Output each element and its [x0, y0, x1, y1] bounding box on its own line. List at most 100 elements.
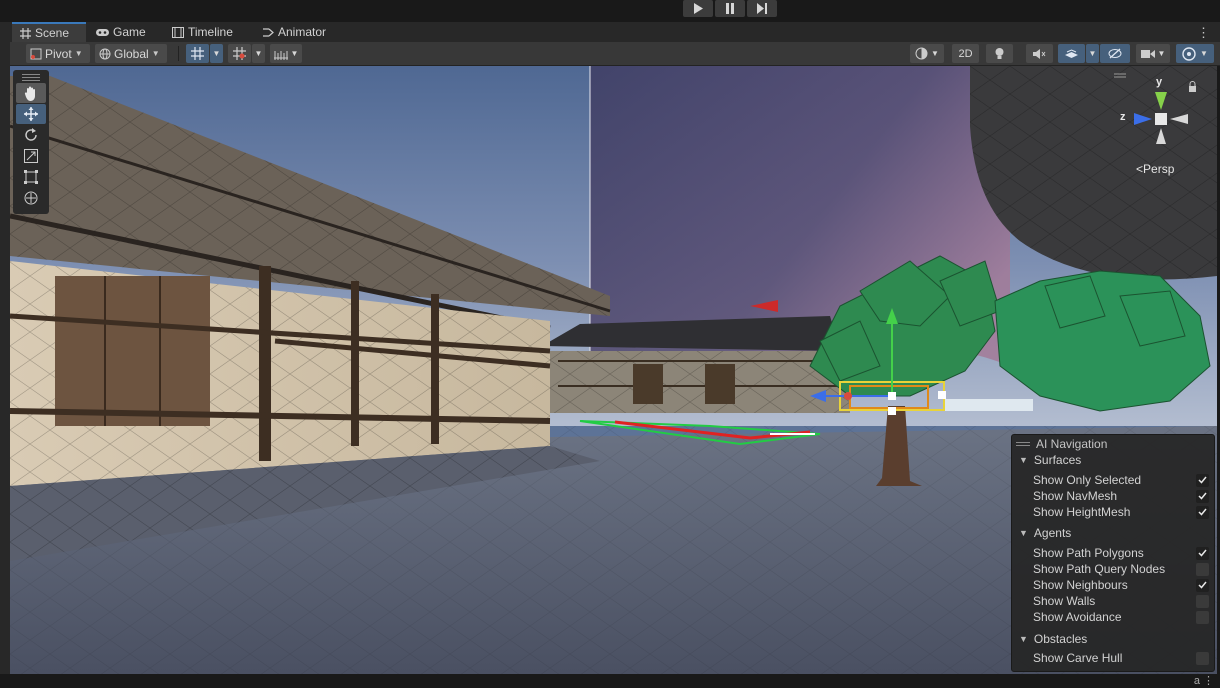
pause-button[interactable]: [715, 0, 745, 17]
increment-snap-button[interactable]: ▼: [270, 44, 302, 63]
checkbox[interactable]: [1196, 505, 1209, 519]
chevron-down-icon: ▼: [290, 49, 299, 58]
transform-tool-button[interactable]: [16, 188, 46, 208]
chevron-down-icon: ▼: [212, 49, 221, 58]
move-tool-button[interactable]: [16, 104, 46, 124]
option-label: Show Path Polygons: [1033, 546, 1144, 560]
chevron-left-icon: <: [1136, 162, 1144, 176]
checkbox[interactable]: [1196, 578, 1209, 592]
shading-sphere-icon: [915, 47, 928, 60]
lock-icon[interactable]: [1189, 81, 1196, 93]
scale-icon: [24, 149, 38, 163]
play-controls: [683, 0, 777, 17]
gamepad-icon: [96, 28, 109, 36]
grid-snapping-button[interactable]: [186, 44, 209, 63]
ai-navigation-panel: AI Navigation ▼ Surfaces Show Only Selec…: [1011, 434, 1215, 672]
tab-more-menu[interactable]: ⋮: [1197, 25, 1210, 41]
option-row[interactable]: Show NavMesh: [1033, 489, 1209, 503]
option-label: Show Neighbours: [1033, 578, 1128, 592]
tool-palette: [13, 70, 49, 214]
effects-dropdown[interactable]: ▼: [1086, 44, 1099, 63]
option-row[interactable]: Show Only Selected: [1033, 473, 1209, 487]
render-mode-dropdown[interactable]: ▼: [910, 44, 944, 63]
tab-label: Game: [113, 25, 146, 39]
foldout-triangle-icon: ▼: [1019, 634, 1028, 644]
panel-header[interactable]: AI Navigation: [1016, 437, 1107, 451]
scene-visibility-button[interactable]: [1100, 44, 1130, 63]
pivot-label: Pivot: [45, 46, 72, 61]
grid-visibility-dropdown[interactable]: ▼: [252, 44, 265, 63]
camera-dropdown[interactable]: ▼: [1136, 44, 1170, 63]
status-bar: a ⋮: [0, 674, 1220, 688]
speaker-mute-icon: [1033, 48, 1046, 59]
palette-drag-handle[interactable]: [16, 72, 46, 82]
tab-timeline[interactable]: Timeline: [164, 22, 241, 42]
hand-tool-button[interactable]: [16, 83, 46, 103]
chevron-down-icon: ▼: [254, 49, 263, 58]
pivot-dropdown[interactable]: Pivot ▼: [26, 44, 90, 63]
option-label: Show Avoidance: [1033, 610, 1122, 624]
checkmark-icon: [1198, 492, 1207, 500]
scale-tool-button[interactable]: [16, 146, 46, 166]
option-row[interactable]: Show Path Query Nodes: [1033, 562, 1209, 576]
top-bar: [0, 0, 1220, 22]
checkmark-icon: [1198, 581, 1207, 589]
tab-scene[interactable]: Scene: [12, 22, 86, 42]
checkbox[interactable]: [1196, 610, 1209, 624]
tab-game[interactable]: Game: [88, 22, 154, 42]
checkbox[interactable]: [1196, 546, 1209, 560]
chevron-down-icon: ▼: [74, 49, 83, 58]
checkbox[interactable]: [1196, 651, 1209, 665]
gizmos-dropdown[interactable]: ▼: [1176, 44, 1214, 63]
play-button[interactable]: [683, 0, 713, 17]
option-row[interactable]: Show Avoidance: [1033, 610, 1209, 624]
global-label: Global: [114, 46, 149, 61]
step-button[interactable]: [747, 0, 777, 17]
toggle-2d-button[interactable]: 2D: [952, 44, 979, 63]
persp-label: Persp: [1143, 162, 1175, 176]
section-surfaces[interactable]: ▼ Surfaces: [1019, 453, 1081, 467]
checkmark-icon: [1198, 476, 1207, 484]
status-icons[interactable]: a ⋮: [1194, 674, 1214, 687]
effects-button[interactable]: [1058, 44, 1085, 63]
grid-snapping-dropdown[interactable]: ▼: [210, 44, 223, 63]
transform-icon: [24, 191, 38, 205]
checkbox[interactable]: [1196, 489, 1209, 503]
option-row[interactable]: Show Neighbours: [1033, 578, 1209, 592]
film-icon: [172, 26, 184, 38]
option-row[interactable]: Show Path Polygons: [1033, 546, 1209, 560]
option-row[interactable]: Show Carve Hull: [1033, 651, 1209, 665]
drag-handle-icon: [1016, 442, 1030, 446]
lightbulb-icon: [995, 48, 1004, 59]
hand-icon: [24, 86, 35, 101]
global-dropdown[interactable]: Global ▼: [95, 44, 167, 63]
camera-icon: [1140, 49, 1155, 58]
grid-snap-icon: [191, 47, 204, 60]
foldout-triangle-icon: ▼: [1019, 455, 1028, 465]
hash-grid-icon: [20, 27, 31, 39]
section-obstacles[interactable]: ▼ Obstacles: [1019, 632, 1087, 646]
pivot-icon: [30, 48, 42, 59]
rect-tool-button[interactable]: [16, 167, 46, 187]
checkbox[interactable]: [1196, 562, 1209, 576]
option-label: Show Walls: [1033, 594, 1096, 608]
tab-label: Timeline: [188, 25, 233, 39]
checkbox[interactable]: [1196, 594, 1209, 608]
tab-label: Animator: [278, 25, 327, 39]
panel-title: AI Navigation: [1036, 437, 1108, 451]
gizmo-drag-handle[interactable]: [1114, 73, 1126, 78]
projection-toggle[interactable]: <Persp: [1136, 162, 1174, 176]
option-row[interactable]: Show HeightMesh: [1033, 505, 1209, 519]
tab-animator[interactable]: Animator: [254, 22, 334, 42]
grid-visibility-button[interactable]: [228, 44, 251, 63]
tab-label: Scene: [35, 26, 70, 40]
option-row[interactable]: Show Walls: [1033, 594, 1209, 608]
window-tab-bar: Scene Game Timeline Animator ⋮: [0, 22, 1220, 42]
left-gutter: [0, 42, 10, 674]
rotate-tool-button[interactable]: [16, 125, 46, 145]
lighting-button[interactable]: [986, 44, 1013, 63]
audio-button[interactable]: [1026, 44, 1053, 63]
chevron-down-icon: ▼: [1157, 49, 1166, 58]
checkbox[interactable]: [1196, 473, 1209, 487]
section-agents[interactable]: ▼ Agents: [1019, 526, 1071, 540]
